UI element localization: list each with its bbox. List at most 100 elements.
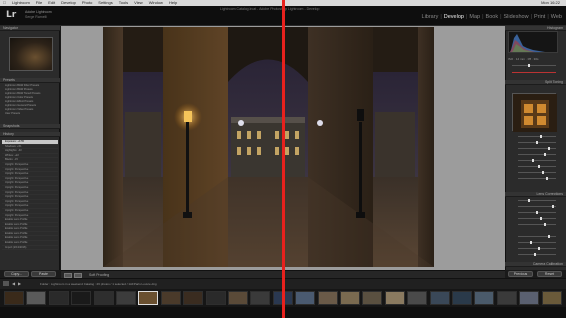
filmstrip-thumbnail[interactable]: [116, 291, 136, 305]
nav-back-icon[interactable]: ◀: [12, 281, 15, 286]
slider-knob[interactable]: [548, 235, 550, 238]
lightroom-logo: Lr: [6, 10, 17, 20]
slider-knob[interactable]: [544, 153, 546, 156]
adjustment-slider[interactable]: [518, 177, 556, 180]
module-print[interactable]: Print: [534, 14, 545, 20]
filmstrip-thumbnail[interactable]: [362, 291, 383, 305]
history-step[interactable]: Import (2/13/2016): [2, 246, 58, 251]
adjustment-slider[interactable]: [518, 165, 556, 168]
slider-knob[interactable]: [544, 223, 546, 226]
split-toning-header[interactable]: Split Toning: [505, 80, 566, 85]
filmstrip-thumbnail[interactable]: [429, 291, 450, 305]
slider-knob[interactable]: [540, 135, 542, 138]
tool-strip[interactable]: [512, 64, 556, 67]
module-separator: |: [440, 14, 442, 20]
before-after-split-line[interactable]: [282, 0, 285, 318]
filmstrip-thumbnail[interactable]: [26, 291, 47, 305]
grid-view-icon[interactable]: [3, 281, 9, 286]
detail-preview[interactable]: [512, 93, 557, 132]
preset-folder[interactable]: User Presets: [5, 112, 58, 116]
tool-knob[interactable]: [528, 64, 530, 67]
slider-knob[interactable]: [538, 247, 540, 250]
slider-knob[interactable]: [546, 177, 548, 180]
filmstrip-thumbnail[interactable]: [407, 291, 428, 305]
snapshots-header[interactable]: Snapshots: [0, 124, 60, 129]
adjustment-slider[interactable]: [518, 217, 556, 220]
module-slideshow[interactable]: Slideshow: [504, 14, 529, 20]
identity-user-name: Serge Ramelli: [25, 15, 47, 19]
adjustment-slider[interactable]: [518, 241, 556, 244]
module-picker: Library | Develop | Map | Book | Slideshow | …: [422, 14, 562, 20]
adjustment-slider[interactable]: [518, 205, 556, 208]
lens-corrections-header[interactable]: Lens Corrections: [505, 192, 566, 197]
split-toning-title: Split Toning: [544, 80, 563, 84]
navigator-header[interactable]: Navigator: [0, 26, 60, 31]
slider-knob[interactable]: [536, 141, 538, 144]
slider-knob[interactable]: [542, 171, 544, 174]
adjustment-slider[interactable]: [518, 223, 556, 226]
filmstrip-thumbnail[interactable]: [228, 291, 248, 305]
adjustment-slider[interactable]: [518, 247, 556, 250]
reset-button[interactable]: Reset: [537, 271, 562, 277]
slider-knob[interactable]: [548, 147, 550, 150]
adjustment-slider[interactable]: [518, 235, 556, 238]
adjustment-slider[interactable]: [518, 159, 556, 162]
filmstrip-thumbnail[interactable]: [48, 291, 69, 305]
filmstrip-thumbnail[interactable]: [93, 291, 114, 305]
slider-knob[interactable]: [530, 241, 532, 244]
module-separator: |: [465, 14, 468, 20]
previous-button[interactable]: Previous: [508, 271, 533, 277]
adjustment-slider[interactable]: [518, 199, 556, 202]
module-web[interactable]: Web: [551, 14, 562, 20]
adjustment-slider[interactable]: [518, 211, 556, 214]
module-develop[interactable]: Develop: [444, 14, 464, 20]
module-separator: |: [500, 14, 502, 20]
nav-forward-icon[interactable]: ▶: [18, 281, 21, 286]
filmstrip-thumbnail[interactable]: [183, 291, 204, 305]
slider-knob[interactable]: [528, 199, 530, 202]
filmstrip-thumbnail[interactable]: [160, 291, 181, 305]
filmstrip-thumbnail[interactable]: [340, 291, 360, 305]
filmstrip-thumbnail[interactable]: [4, 291, 24, 305]
adjustment-slider[interactable]: [518, 147, 556, 150]
filmstrip-thumbnail[interactable]: [474, 291, 495, 305]
right-panel-buttons: Previous Reset: [505, 270, 566, 278]
filmstrip-source-path[interactable]: Folder : Lightroom in a weekend Catalog …: [40, 282, 157, 286]
slider-knob[interactable]: [540, 217, 542, 220]
slider-knob[interactable]: [534, 253, 536, 256]
histogram[interactable]: [508, 31, 558, 53]
filmstrip-thumbnail[interactable]: [250, 291, 271, 305]
detail-preview-image: [513, 94, 557, 132]
filmstrip-thumbnail[interactable]: [317, 291, 338, 305]
adjustment-slider[interactable]: [518, 153, 556, 156]
module-separator: |: [547, 14, 549, 20]
filmstrip-thumbnail[interactable]: [452, 291, 472, 305]
paste-button[interactable]: Paste: [31, 271, 56, 277]
module-library[interactable]: Library: [422, 14, 439, 20]
adjustment-slider[interactable]: [518, 171, 556, 174]
camera-calibration-header[interactable]: Camera Calibration: [505, 262, 566, 267]
filmstrip-thumbnail[interactable]: [138, 291, 159, 305]
filmstrip-thumbnail[interactable]: [541, 291, 562, 305]
slider-knob[interactable]: [552, 205, 554, 208]
main-photo[interactable]: [103, 27, 434, 267]
filmstrip-thumbnail[interactable]: [519, 291, 540, 305]
filmstrip-thumbnail[interactable]: [71, 291, 92, 305]
slider-knob[interactable]: [538, 165, 540, 168]
filmstrip-thumbnail[interactable]: [384, 291, 405, 305]
copy-button[interactable]: Copy...: [4, 271, 29, 277]
adjustment-slider[interactable]: [518, 135, 556, 138]
adjustment-slider[interactable]: [518, 141, 556, 144]
slider-knob[interactable]: [536, 211, 538, 214]
filmstrip-thumbnail[interactable]: [295, 291, 316, 305]
module-map[interactable]: Map: [469, 14, 480, 20]
module-book[interactable]: Book: [486, 14, 499, 20]
navigator-thumbnail[interactable]: [9, 37, 53, 71]
history-header[interactable]: History: [0, 132, 60, 137]
filmstrip-thumbnail[interactable]: [205, 291, 226, 305]
slider-knob[interactable]: [532, 159, 534, 162]
presets-header[interactable]: Presets: [0, 78, 60, 83]
lens-corrections-title: Lens Corrections: [536, 192, 563, 196]
filmstrip-thumbnail[interactable]: [496, 291, 517, 305]
adjustment-slider[interactable]: [518, 253, 556, 256]
